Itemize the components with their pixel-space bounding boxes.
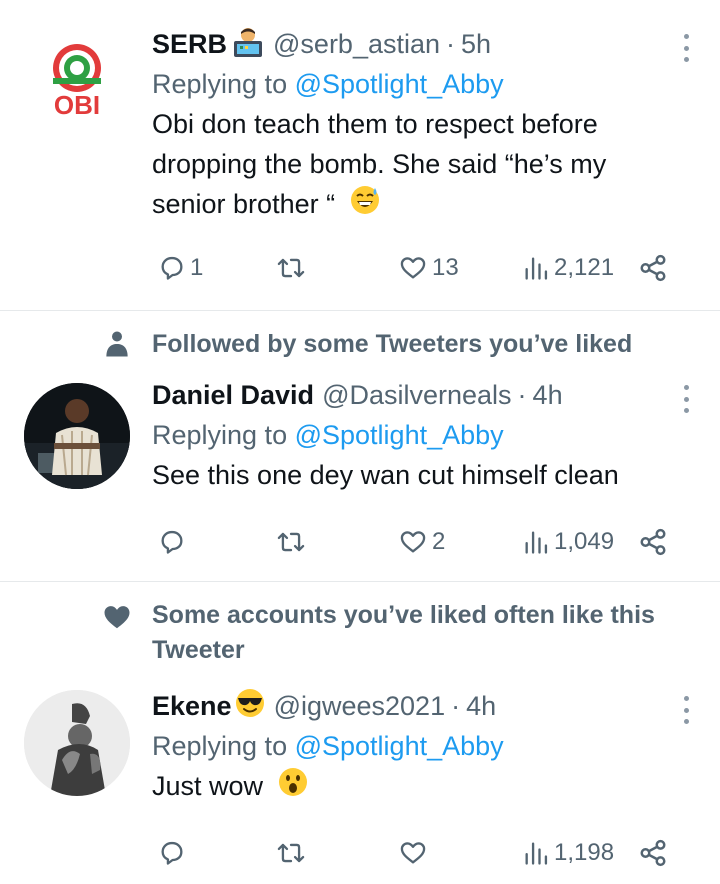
astonished-emoji bbox=[277, 766, 309, 809]
views-count: 2,121 bbox=[554, 254, 615, 281]
retweet-button[interactable] bbox=[276, 248, 310, 288]
replying-to: Replying to @Spotlight_Abby bbox=[152, 415, 696, 455]
share-button[interactable] bbox=[638, 522, 668, 562]
share-icon bbox=[640, 528, 666, 556]
tweet-time[interactable]: 4h bbox=[533, 380, 563, 411]
tweet-time[interactable]: 4h bbox=[466, 691, 496, 722]
tweet-feed: OBI SERB @serb_astian · 5h Replying to @… bbox=[0, 0, 720, 884]
retweet-icon bbox=[277, 258, 305, 278]
tweet-actions: 1 13 2,121 bbox=[152, 248, 672, 288]
views-button[interactable]: 1,049 bbox=[522, 522, 614, 562]
author-handle[interactable]: @Dasilverneals bbox=[322, 380, 511, 411]
retweet-button[interactable] bbox=[276, 522, 310, 562]
replying-to-label: Replying to bbox=[152, 69, 288, 99]
author-name[interactable]: Ekene bbox=[152, 691, 232, 722]
tweet-text: Just wow bbox=[152, 766, 696, 809]
views-icon bbox=[525, 842, 548, 865]
more-options-icon[interactable] bbox=[676, 34, 696, 62]
author-handle[interactable]: @igwees2021 bbox=[274, 691, 446, 722]
like-button[interactable]: 13 bbox=[398, 248, 459, 288]
like-button[interactable] bbox=[398, 833, 432, 873]
author-name[interactable]: SERB bbox=[152, 29, 227, 60]
like-count: 13 bbox=[432, 254, 459, 281]
tweet-text-fragment: Just wow bbox=[152, 771, 264, 801]
heart-icon bbox=[400, 531, 426, 553]
reply-icon bbox=[161, 256, 183, 280]
replying-to: Replying to @Spotlight_Abby bbox=[152, 726, 696, 766]
tweet-actions: 1,198 bbox=[152, 833, 672, 873]
tweet-actions: 2 1,049 bbox=[152, 522, 672, 562]
author-name[interactable]: Daniel David bbox=[152, 380, 314, 411]
reply-icon bbox=[161, 530, 183, 554]
retweet-icon bbox=[277, 843, 305, 863]
tweet-header: SERB @serb_astian · 5h bbox=[152, 24, 696, 64]
social-context-line: Tweeter bbox=[152, 636, 245, 664]
share-button[interactable] bbox=[638, 833, 668, 873]
tweet-text: Obi don teach them to respect before dro… bbox=[152, 104, 696, 227]
like-button[interactable]: 2 bbox=[398, 522, 445, 562]
heart-icon bbox=[400, 257, 426, 279]
tweet-1[interactable]: OBI SERB @serb_astian · 5h Replying to @… bbox=[0, 0, 720, 310]
reply-icon bbox=[161, 841, 183, 865]
views-count: 1,049 bbox=[554, 528, 615, 555]
tweet-2[interactable]: Followed by some Tweeters you’ve liked D… bbox=[0, 311, 720, 581]
reply-button[interactable] bbox=[158, 833, 190, 873]
avatar[interactable] bbox=[24, 690, 130, 796]
tweet-header: Daniel David @Dasilverneals · 4h bbox=[152, 375, 696, 415]
views-icon bbox=[525, 257, 548, 280]
separator-dot: · bbox=[517, 379, 527, 410]
views-button[interactable]: 2,121 bbox=[522, 248, 614, 288]
views-button[interactable]: 1,198 bbox=[522, 833, 614, 873]
replying-to: Replying to @Spotlight_Abby bbox=[152, 64, 696, 104]
retweet-button[interactable] bbox=[276, 833, 310, 873]
tweet-text: See this one dey wan cut himself clean bbox=[152, 455, 696, 495]
views-icon bbox=[525, 531, 548, 554]
social-context: Followed by some Tweeters you’ve liked bbox=[0, 327, 720, 365]
reply-count: 1 bbox=[190, 254, 204, 281]
share-icon bbox=[640, 839, 666, 867]
more-options-icon[interactable] bbox=[676, 696, 696, 724]
avatar-logo-text: OBI bbox=[54, 90, 100, 120]
tweet-text-line: dropping the bomb. She said “he’s my bbox=[152, 149, 607, 179]
replying-to-link[interactable]: @Spotlight_Abby bbox=[295, 420, 504, 450]
retweet-icon bbox=[277, 532, 305, 552]
author-handle[interactable]: @serb_astian bbox=[273, 29, 440, 60]
tweet-text-line: See this one dey wan cut himself clean bbox=[152, 460, 619, 490]
replying-to-link[interactable]: @Spotlight_Abby bbox=[295, 731, 504, 761]
tweet-text-line: Just wow bbox=[152, 766, 696, 809]
sunglasses-emoji bbox=[234, 687, 266, 726]
more-options-icon[interactable] bbox=[676, 385, 696, 413]
tweet-text-fragment: senior brother “ bbox=[152, 189, 336, 219]
tweet-text-line: Obi don teach them to respect before bbox=[152, 109, 598, 139]
social-context-label: Some accounts you’ve liked often like th… bbox=[152, 598, 680, 668]
sweat-smile-emoji bbox=[349, 184, 381, 227]
replying-to-label: Replying to bbox=[152, 731, 288, 761]
social-context-line: Some accounts you’ve liked often like th… bbox=[152, 601, 655, 629]
share-icon bbox=[640, 254, 666, 282]
views-count: 1,198 bbox=[554, 839, 615, 866]
separator-dot: · bbox=[446, 28, 456, 59]
tweet-time[interactable]: 5h bbox=[461, 29, 491, 60]
reply-button[interactable]: 1 bbox=[158, 248, 203, 288]
heart-icon bbox=[104, 606, 130, 629]
avatar[interactable]: OBI bbox=[24, 24, 130, 130]
person-icon bbox=[106, 331, 128, 357]
tweet-3[interactable]: Some accounts you’ve liked often like th… bbox=[0, 582, 720, 884]
heart-icon bbox=[400, 842, 426, 864]
tweet-header: Ekene @igwees2021 · 4h bbox=[152, 686, 696, 726]
avatar[interactable] bbox=[24, 383, 130, 489]
replying-to-label: Replying to bbox=[152, 420, 288, 450]
reply-button[interactable] bbox=[158, 522, 190, 562]
social-context-label: Followed by some Tweeters you’ve liked bbox=[152, 330, 633, 358]
replying-to-link[interactable]: @Spotlight_Abby bbox=[295, 69, 504, 99]
like-count: 2 bbox=[432, 528, 446, 555]
share-button[interactable] bbox=[638, 248, 668, 288]
social-context: Some accounts you’ve liked often like th… bbox=[0, 598, 720, 670]
tweet-text-line: senior brother “ bbox=[152, 184, 696, 227]
technologist-emoji bbox=[231, 25, 265, 64]
separator-dot: · bbox=[451, 690, 461, 721]
